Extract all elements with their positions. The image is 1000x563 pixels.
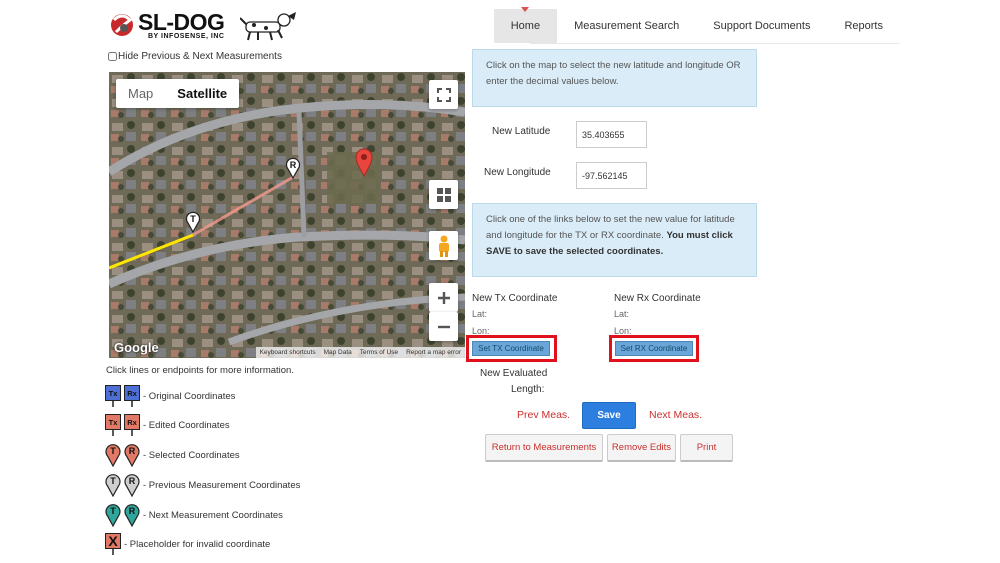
nav-home-label: Home xyxy=(510,20,541,32)
new-latitude-label: New Latitude xyxy=(492,126,551,137)
svg-text:T: T xyxy=(190,214,196,224)
street-view-button[interactable] xyxy=(429,231,458,260)
tx-original-marker-icon: Tx xyxy=(105,385,121,407)
svg-text:Rx: Rx xyxy=(127,389,137,398)
svg-text:T: T xyxy=(110,476,116,486)
terms-of-use-link[interactable]: Terms of Use xyxy=(356,347,402,358)
svg-text:T: T xyxy=(110,506,116,516)
svg-text:R: R xyxy=(290,160,297,170)
rx-lat-label: Lat: xyxy=(614,309,630,319)
nav-home[interactable]: Home xyxy=(493,7,558,43)
selected-location-pin-icon[interactable] xyxy=(354,147,374,177)
svg-text:Rx: Rx xyxy=(127,418,137,427)
google-logo: Google xyxy=(114,340,159,355)
t-selected-marker-icon: T xyxy=(105,444,121,467)
map-type-control: Map Satellite xyxy=(116,79,240,108)
rx-edited-marker-icon: Rx xyxy=(124,414,140,436)
legend-selected-label: - Selected Coordinates xyxy=(143,449,240,461)
svg-text:Tx: Tx xyxy=(109,418,119,427)
report-map-error-link[interactable]: Report a map error xyxy=(402,347,465,358)
grid-icon xyxy=(436,187,451,202)
minus-icon xyxy=(437,325,450,328)
sl-dog-logo[interactable]: SL-DOG BY INFOSENSE, INC xyxy=(108,8,308,44)
new-evaluated-length-label: New Evaluated xyxy=(480,368,548,379)
svg-text:X: X xyxy=(108,533,118,549)
active-caret-icon xyxy=(521,7,530,12)
set-coordinate-instructions-box: Click one of the links below to set the … xyxy=(472,203,757,277)
return-to-measurements-button[interactable]: Return to Measurements xyxy=(485,434,603,462)
map-imagery xyxy=(109,72,465,358)
logo-text: SL-DOG xyxy=(138,9,225,35)
zoom-out-button[interactable] xyxy=(429,312,458,341)
new-rx-coordinate-title: New Rx Coordinate xyxy=(614,293,701,304)
invalid-placeholder-marker-icon: X xyxy=(105,533,121,555)
map-t-marker-icon[interactable]: T xyxy=(185,211,201,233)
prev-meas-link[interactable]: Prev Meas. xyxy=(517,409,570,421)
remove-edits-button[interactable]: Remove Edits xyxy=(607,434,676,462)
keyboard-shortcuts-link[interactable]: Keyboard shortcuts xyxy=(256,347,320,358)
main-nav: Home Measurement Search Support Document… xyxy=(493,7,900,43)
rx-original-marker-icon: Rx xyxy=(124,385,140,407)
new-latitude-input[interactable] xyxy=(576,121,647,148)
save-button[interactable]: Save xyxy=(582,402,636,429)
logo-subtitle: BY INFOSENSE, INC xyxy=(148,33,225,40)
legend-selected: T R - Selected Coordinates xyxy=(105,443,240,467)
map-attribution: Keyboard shortcuts Map Data Terms of Use… xyxy=(255,347,465,358)
new-longitude-label: New Longitude xyxy=(484,167,551,178)
fullscreen-icon xyxy=(436,87,451,102)
r-selected-marker-icon: R xyxy=(124,444,140,467)
map-r-marker-icon[interactable]: R xyxy=(285,157,301,179)
tx-lat-label: Lat: xyxy=(472,309,488,319)
new-longitude-input[interactable] xyxy=(576,162,647,189)
hide-prev-next-row[interactable]: Hide Previous & Next Measurements xyxy=(108,51,282,62)
legend-next: T R - Next Measurement Coordinates xyxy=(105,503,283,527)
map-type-satellite[interactable]: Satellite xyxy=(165,79,239,108)
set-rx-coordinate-button[interactable]: Set RX Coordinate xyxy=(615,341,693,356)
pegman-icon xyxy=(438,235,449,257)
nav-measurement-search[interactable]: Measurement Search xyxy=(557,9,696,43)
satellite-map[interactable]: R T Map Satellite Google Keyboard shortc… xyxy=(109,72,465,358)
legend-previous-label: - Previous Measurement Coordinates xyxy=(143,479,301,491)
map-instructions-box: Click on the map to select the new latit… xyxy=(472,49,757,107)
legend-invalid: X - Placeholder for invalid coordinate xyxy=(105,533,270,555)
legend-edited: Tx Rx - Edited Coordinates xyxy=(105,414,230,436)
legend-invalid-label: - Placeholder for invalid coordinate xyxy=(124,538,271,550)
hide-prev-next-label: Hide Previous & Next Measurements xyxy=(118,51,282,62)
svg-text:T: T xyxy=(110,446,116,456)
nav-underline xyxy=(530,43,900,44)
set-tx-coordinate-button[interactable]: Set TX Coordinate xyxy=(472,341,550,356)
legend-edited-label: - Edited Coordinates xyxy=(143,419,230,431)
svg-text:R: R xyxy=(129,476,136,486)
new-evaluated-length-label-2: Length: xyxy=(511,384,545,395)
svg-text:R: R xyxy=(129,506,136,516)
t-next-marker-icon: T xyxy=(105,504,121,527)
tx-edited-marker-icon: Tx xyxy=(105,414,121,436)
r-next-marker-icon: R xyxy=(124,504,140,527)
nav-reports[interactable]: Reports xyxy=(827,9,900,43)
new-tx-coordinate-title: New Tx Coordinate xyxy=(472,293,558,304)
next-meas-link[interactable]: Next Meas. xyxy=(649,409,702,421)
fullscreen-button[interactable] xyxy=(429,80,458,109)
legend-title: Click lines or endpoints for more inform… xyxy=(106,365,294,376)
legend-original-label: - Original Coordinates xyxy=(143,390,236,402)
r-previous-marker-icon: R xyxy=(124,474,140,497)
map-instructions-text: Click on the map to select the new latit… xyxy=(486,60,741,87)
plus-icon xyxy=(437,291,450,304)
hide-prev-next-checkbox[interactable] xyxy=(108,52,117,61)
zoom-in-button[interactable] xyxy=(429,283,458,312)
svg-text:Tx: Tx xyxy=(109,389,119,398)
map-type-map[interactable]: Map xyxy=(116,79,165,108)
svg-text:R: R xyxy=(129,446,136,456)
nav-support-documents[interactable]: Support Documents xyxy=(696,9,827,43)
logo-swirl-icon xyxy=(111,14,133,36)
legend-original: Tx Rx - Original Coordinates xyxy=(105,385,235,407)
legend-next-label: - Next Measurement Coordinates xyxy=(143,509,283,521)
map-tilt-button[interactable] xyxy=(429,180,458,209)
print-button[interactable]: Print xyxy=(680,434,733,462)
dog-icon xyxy=(240,12,296,41)
legend-previous: T R - Previous Measurement Coordinates xyxy=(105,473,300,497)
t-previous-marker-icon: T xyxy=(105,474,121,497)
map-data-link[interactable]: Map Data xyxy=(320,347,356,358)
